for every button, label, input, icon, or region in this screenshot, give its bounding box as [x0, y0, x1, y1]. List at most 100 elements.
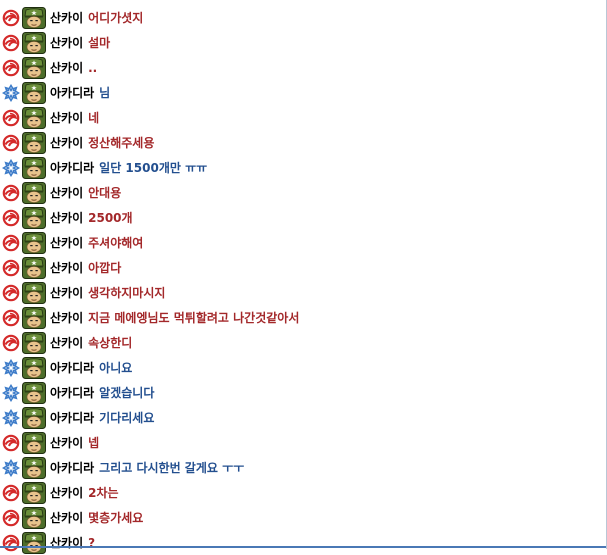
red-swirl-icon: [2, 434, 20, 451]
chat-message-row: 산카이 설마: [0, 30, 607, 55]
soldier-avatar-icon: [22, 81, 46, 104]
speaker-name: 산카이: [50, 211, 84, 225]
chat-message-row: 산카이 네: [0, 105, 607, 130]
chat-message-row: 산카이..: [0, 55, 607, 80]
message-text: 설마: [88, 36, 111, 50]
chat-message-row: 산카이 지금 메에엥님도 먹튀할려고 나간것같아서: [0, 305, 607, 330]
bottom-divider: [0, 546, 607, 548]
red-swirl-icon: [2, 134, 20, 151]
chat-message-row: 산카이?: [0, 530, 607, 555]
message-text: 몇층가세요: [88, 511, 144, 525]
chat-message-row: 산카이 생각하지마시지: [0, 280, 607, 305]
soldier-avatar-icon: [22, 6, 46, 29]
chat-message-row: 산카이 아깝다: [0, 255, 607, 280]
soldier-avatar-icon: [22, 131, 46, 154]
soldier-avatar-icon: [22, 56, 46, 79]
speaker-name: 산카이: [50, 236, 84, 250]
speaker-name: 산카이: [50, 486, 84, 500]
chat-message-row: 산카이 2차는: [0, 480, 607, 505]
message-text: 알겠습니다: [99, 386, 155, 400]
soldier-avatar-icon: [22, 531, 46, 554]
chat-message-row: 산카이 안대용: [0, 180, 607, 205]
red-swirl-icon: [2, 509, 20, 526]
red-swirl-icon: [2, 234, 20, 251]
soldier-avatar-icon: [22, 256, 46, 279]
speaker-name: 산카이: [50, 436, 84, 450]
speaker-name: 산카이: [50, 511, 84, 525]
blue-snowflake-icon: [2, 458, 20, 477]
speaker-name: 산카이: [50, 536, 84, 550]
speaker-name: 산카이: [50, 61, 84, 75]
soldier-avatar-icon: [22, 381, 46, 404]
speaker-name: 아카디라: [50, 86, 95, 100]
chat-message-row: 산카이 속상한디: [0, 330, 607, 355]
message-text: 기다리세요: [99, 411, 155, 425]
soldier-avatar-icon: [22, 106, 46, 129]
message-text: 일단 1500개만 ㅠㅠ: [99, 161, 208, 175]
soldier-avatar-icon: [22, 181, 46, 204]
red-swirl-icon: [2, 59, 20, 76]
message-text: 안대용: [88, 186, 122, 200]
chat-message-row: 아카디라 일단 1500개만 ㅠㅠ: [0, 155, 607, 180]
speaker-name: 아카디라: [50, 461, 95, 475]
soldier-avatar-icon: [22, 206, 46, 229]
message-text: 속상한디: [88, 336, 133, 350]
blue-snowflake-icon: [2, 358, 20, 377]
chat-message-row: 아카디라 님: [0, 80, 607, 105]
message-text: 주셔야해여: [88, 236, 144, 250]
speaker-name: 산카이: [50, 336, 84, 350]
message-text: 넵: [88, 436, 100, 450]
red-swirl-icon: [2, 34, 20, 51]
soldier-avatar-icon: [22, 156, 46, 179]
chat-message-row: 아카디라 아니요: [0, 355, 607, 380]
chat-log: 산카이 어디가셧지 산카이 설마 산카이.. 아카디라 님 산카이 네 산카이 …: [0, 5, 607, 555]
blue-snowflake-icon: [2, 83, 20, 102]
chat-message-row: 산카이 몇층가세요: [0, 505, 607, 530]
soldier-avatar-icon: [22, 281, 46, 304]
chat-message-row: 아카디라 그리고 다시한번 갈게요 ㅜㅜ: [0, 455, 607, 480]
speaker-name: 아카디라: [50, 161, 95, 175]
red-swirl-icon: [2, 209, 20, 226]
soldier-avatar-icon: [22, 506, 46, 529]
message-text: 님: [99, 86, 111, 100]
message-text: 어디가셧지: [88, 11, 144, 25]
speaker-name: 산카이: [50, 286, 84, 300]
speaker-name: 산카이: [50, 311, 84, 325]
speaker-name: 산카이: [50, 36, 84, 50]
red-swirl-icon: [2, 109, 20, 126]
red-swirl-icon: [2, 284, 20, 301]
soldier-avatar-icon: [22, 481, 46, 504]
red-swirl-icon: [2, 309, 20, 326]
red-swirl-icon: [2, 259, 20, 276]
chat-message-row: 아카디라 기다리세요: [0, 405, 607, 430]
message-text: 생각하지마시지: [88, 286, 166, 300]
speaker-name: 산카이: [50, 186, 84, 200]
message-text: 2차는: [88, 486, 119, 500]
speaker-name: 산카이: [50, 111, 84, 125]
message-text: ..: [88, 60, 98, 75]
blue-snowflake-icon: [2, 408, 20, 427]
soldier-avatar-icon: [22, 356, 46, 379]
soldier-avatar-icon: [22, 331, 46, 354]
message-text: 지금 메에엥님도 먹튀할려고 나간것같아서: [88, 311, 300, 325]
soldier-avatar-icon: [22, 406, 46, 429]
red-swirl-icon: [2, 334, 20, 351]
red-swirl-icon: [2, 484, 20, 501]
chat-message-row: 산카이 주셔야해여: [0, 230, 607, 255]
blue-snowflake-icon: [2, 383, 20, 402]
chat-message-row: 산카이 정산해주세용: [0, 130, 607, 155]
chat-message-row: 아카디라 알겠습니다: [0, 380, 607, 405]
speaker-name: 아카디라: [50, 411, 95, 425]
speaker-name: 아카디라: [50, 386, 95, 400]
chat-message-row: 산카이 어디가셧지: [0, 5, 607, 30]
message-text: 2500개: [88, 211, 133, 225]
message-text: 네: [88, 111, 100, 125]
chat-message-row: 산카이 넵: [0, 430, 607, 455]
speaker-name: 아카디라: [50, 361, 95, 375]
speaker-name: 산카이: [50, 136, 84, 150]
soldier-avatar-icon: [22, 431, 46, 454]
message-text: 아깝다: [88, 261, 122, 275]
soldier-avatar-icon: [22, 31, 46, 54]
red-swirl-icon: [2, 184, 20, 201]
chat-message-row: 산카이 2500개: [0, 205, 607, 230]
